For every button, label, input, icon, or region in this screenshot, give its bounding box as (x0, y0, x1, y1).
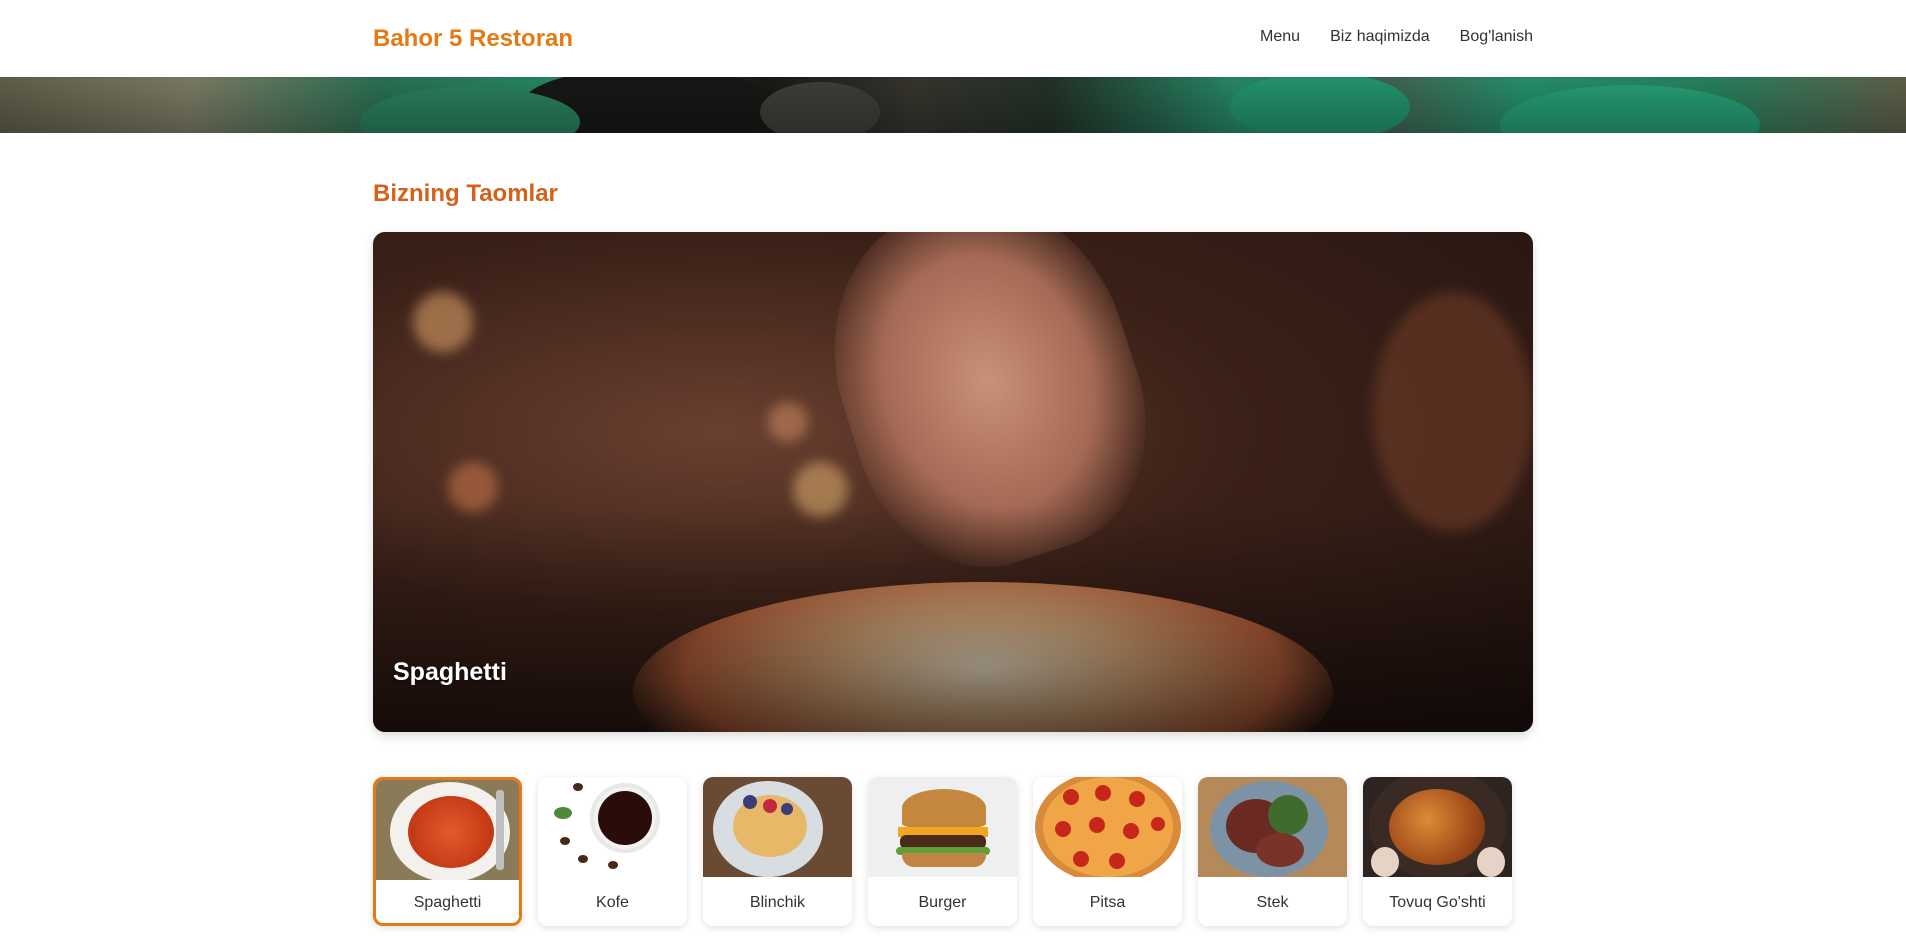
pizza-image (1033, 777, 1182, 877)
burger-image (868, 777, 1017, 877)
featured-dish-caption: Spaghetti (393, 658, 507, 686)
nav-link-about[interactable]: Biz haqimizda (1330, 28, 1430, 46)
dish-card-pitsa[interactable]: Pitsa (1033, 777, 1182, 926)
dish-label: Stek (1256, 894, 1289, 911)
pancake-image (703, 777, 852, 877)
dish-label: Spaghetti (413, 894, 482, 911)
steak-image (1198, 777, 1347, 877)
dish-card-stek[interactable]: Stek (1198, 777, 1347, 926)
dish-label: Pitsa (1089, 894, 1126, 911)
nav-link-contact[interactable]: Bog'lanish (1460, 28, 1533, 46)
spaghetti-image (376, 780, 519, 880)
dish-card-spaghetti[interactable]: Spaghetti (373, 777, 522, 926)
featured-dish-image[interactable]: Spaghetti (373, 232, 1533, 732)
navbar: Bahor 5 Restoran Menu Biz haqimizda Bog'… (0, 0, 1906, 77)
hero-banner-image (0, 77, 1906, 133)
dish-card-blinchik[interactable]: Blinchik (703, 777, 852, 926)
dish-label: Tovuq Go'shti (1389, 894, 1486, 911)
brand-logo[interactable]: Bahor 5 Restoran (373, 25, 573, 53)
nav-link-menu[interactable]: Menu (1260, 28, 1300, 46)
dish-card-tovuq-goshti[interactable]: Tovuq Go'shti (1363, 777, 1512, 926)
nav-links: Menu Biz haqimizda Bog'lanish (1260, 28, 1533, 46)
dish-label: Burger (918, 894, 967, 911)
dish-label: Kofe (596, 894, 629, 911)
dish-card-burger[interactable]: Burger (868, 777, 1017, 926)
coffee-image (538, 777, 687, 877)
chicken-image (1363, 777, 1512, 877)
dish-thumbnails: Spaghetti Kofe Blinchik Burger Pitsa Ste… (373, 777, 1533, 927)
section-title: Bizning Taomlar (373, 180, 558, 207)
dish-label: Blinchik (749, 894, 806, 911)
dish-card-kofe[interactable]: Kofe (538, 777, 687, 926)
